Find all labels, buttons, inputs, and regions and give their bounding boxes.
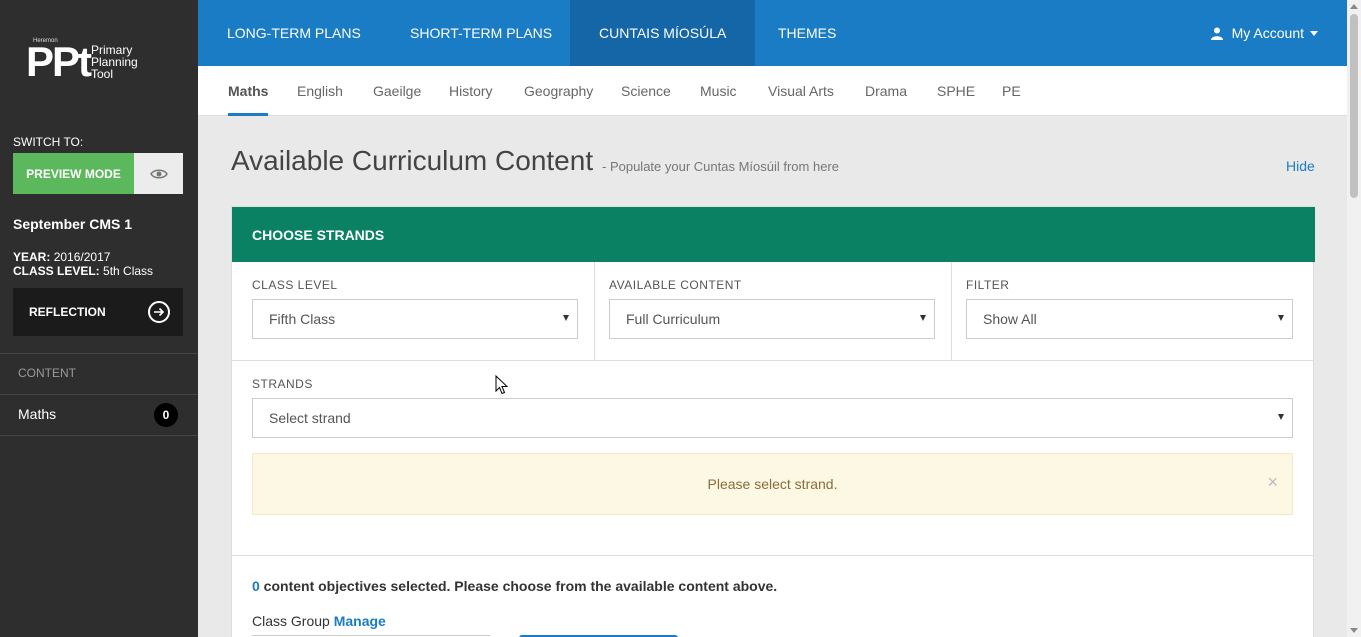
tab-drama[interactable]: Drama [865,66,907,116]
preview-eye-button[interactable] [134,153,183,194]
logo-tagline: Primary Planning Tool [91,43,138,81]
scroll-up-arrow-icon[interactable] [1350,4,1358,9]
ppt-logo[interactable]: Heremon PPt Primary Planning Tool [26,38,176,86]
page-title: Available Curriculum Content [231,145,594,176]
available-content-select[interactable]: Full Curriculum [609,299,935,339]
nav-short-term-plans[interactable]: SHORT-TERM PLANS [381,0,581,66]
dropdown-arrow-icon [920,315,926,321]
tab-pe[interactable]: PE [1002,66,1021,116]
logo-mark: PPt [26,38,92,85]
tab-history[interactable]: History [449,66,493,116]
dropdown-arrow-icon [563,315,569,321]
class-level-select[interactable]: Fifth Class [252,299,578,339]
class-group-label: Class Group [252,613,330,629]
strands-field-label: STRANDS [252,377,313,391]
tab-maths[interactable]: Maths [228,66,269,116]
objectives-text: content objectives selected. Please choo… [259,578,778,594]
filter-selected: Show All [983,311,1037,327]
choose-strands-panel: CHOOSE STRANDS CLASS LEVEL Fifth Class A… [231,206,1315,637]
tab-sphe[interactable]: SPHE [937,66,975,116]
select-strand-alert: Please select strand. × [252,453,1293,515]
strands-select[interactable]: Select strand [252,398,1293,438]
class-level-info: CLASS LEVEL: 5th Class [13,264,153,278]
column-divider [951,262,952,360]
class-level-selected: Fifth Class [269,311,336,327]
dropdown-arrow-icon [1278,414,1284,420]
caret-down-icon [1310,30,1318,36]
my-account-menu[interactable]: My Account [1210,0,1318,66]
content-section-label: CONTENT [18,366,76,380]
class-group-row: Class Group Manage [252,613,386,629]
reflection-button[interactable]: REFLECTION [13,288,183,336]
nav-cuntais-miosula[interactable]: CUNTAIS MÍOSÚLA [570,0,756,66]
tab-visual-arts[interactable]: Visual Arts [768,66,834,116]
close-icon[interactable]: × [1267,472,1278,493]
reflection-label: REFLECTION [29,305,106,319]
year-value: 2016/2017 [53,250,111,264]
sidebar-item-label: Maths [18,406,57,422]
objectives-summary: 0 content objectives selected. Please ch… [252,578,777,594]
row-divider [232,360,1313,361]
strands-selected: Select strand [269,410,351,426]
scrollbar-thumb[interactable] [1350,14,1358,198]
objectives-count: 0 [252,578,260,594]
top-navigation: LONG-TERM PLANS SHORT-TERM PLANS CUNTAIS… [198,0,1347,66]
tab-music[interactable]: Music [700,66,737,116]
hide-link[interactable]: Hide [1286,158,1315,174]
class-level-label: CLASS LEVEL: [13,264,100,278]
plan-title: September CMS 1 [13,216,133,232]
scroll-down-arrow-icon[interactable] [1350,628,1358,633]
dropdown-arrow-icon [1278,315,1284,321]
subject-tabs: Maths English Gaeilge History Geography … [198,66,1347,116]
nav-long-term-plans[interactable]: LONG-TERM PLANS [198,0,390,66]
row-divider [232,555,1313,556]
filter-field-label: FILTER [966,278,1010,292]
filter-select[interactable]: Show All [966,299,1293,339]
sidebar-item-maths[interactable]: Maths 0 [0,395,198,435]
tab-geography[interactable]: Geography [524,66,593,116]
page-subtitle: - Populate your Cuntas Míosúil from here [602,159,839,174]
nav-themes[interactable]: THEMES [749,0,865,66]
alert-message: Please select strand. [707,476,838,492]
user-icon [1210,27,1223,40]
sidebar: Heremon PPt Primary Planning Tool SWITCH… [0,0,198,637]
mouse-cursor-icon [495,375,509,395]
tab-science[interactable]: Science [621,66,671,116]
tab-gaeilge[interactable]: Gaeilge [373,66,421,116]
arrow-right-circle-icon [148,301,170,323]
available-content-field-label: AVAILABLE CONTENT [609,278,742,292]
sidebar-divider [0,353,198,354]
class-level-value: 5th Class [103,264,154,278]
tab-english[interactable]: English [297,66,343,116]
available-content-selected: Full Curriculum [626,311,721,327]
class-level-field-label: CLASS LEVEL [252,278,338,292]
year-label: YEAR: [13,250,51,264]
page-scrollbar[interactable] [1347,0,1361,637]
manage-link[interactable]: Manage [334,613,386,629]
sidebar-divider [0,435,198,436]
count-badge: 0 [154,403,178,427]
year-info: YEAR: 2016/2017 [13,250,110,264]
eye-icon [149,169,168,178]
preview-mode-button[interactable]: PREVIEW MODE [13,153,134,194]
switch-to-label: SWITCH TO: [13,135,84,149]
column-divider [594,262,595,360]
panel-heading: CHOOSE STRANDS [232,207,1315,262]
my-account-label: My Account [1231,25,1304,41]
